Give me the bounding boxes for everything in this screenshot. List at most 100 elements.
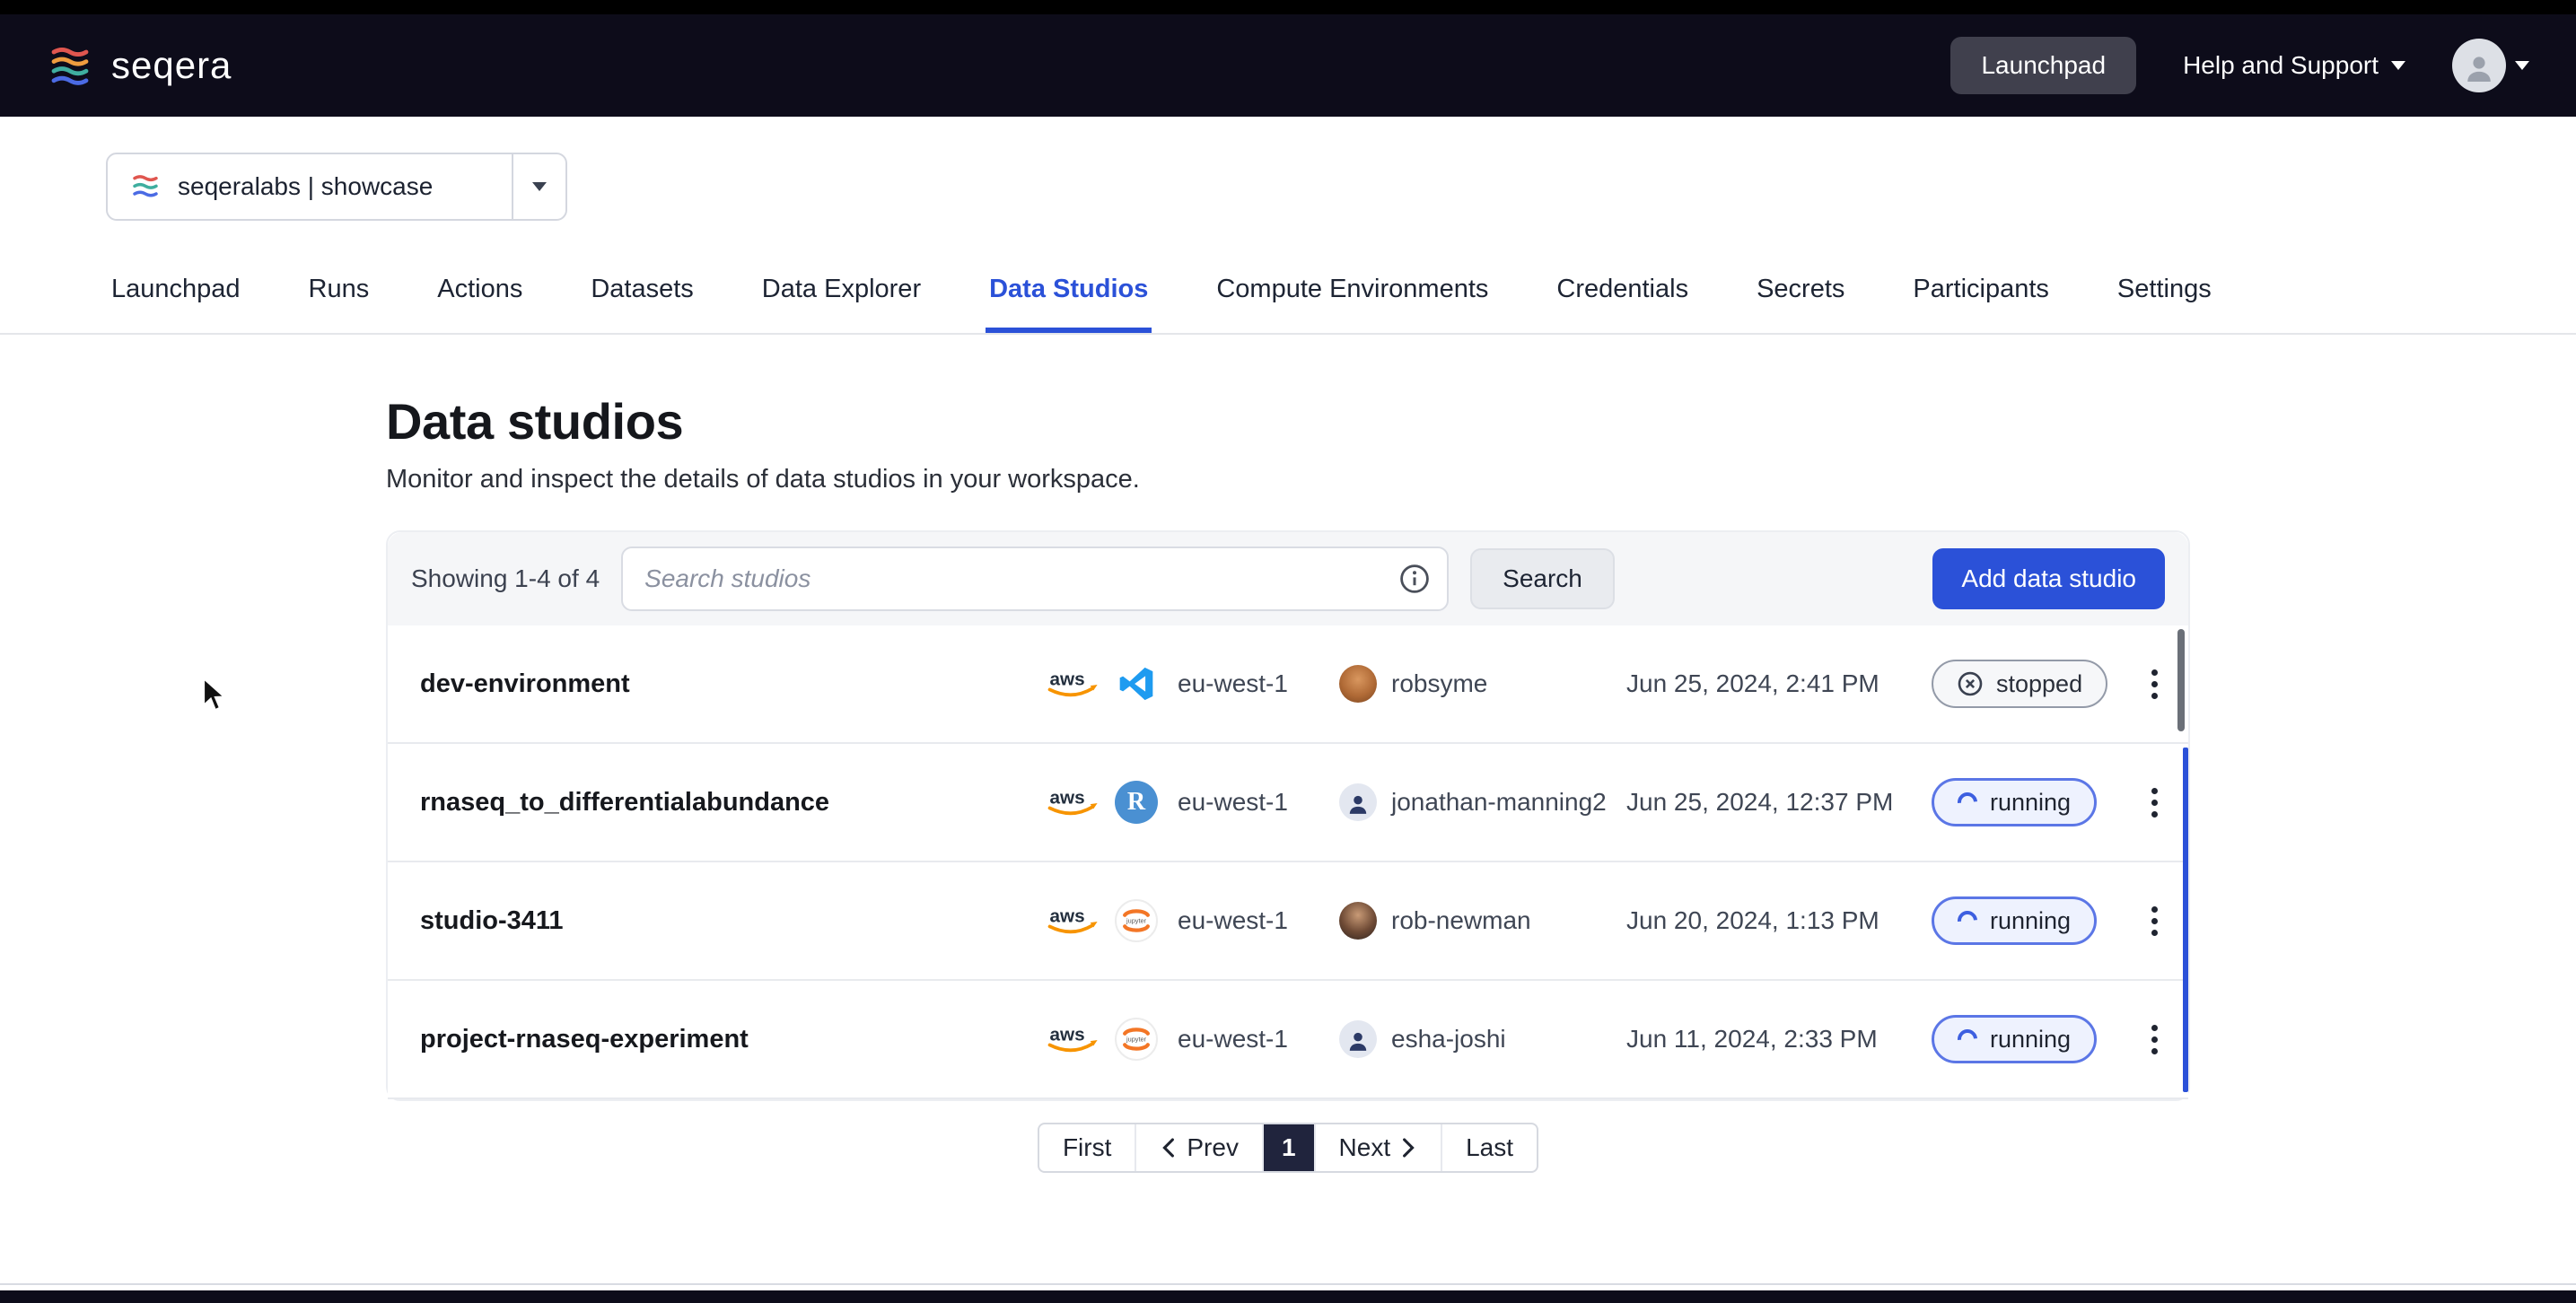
status-badge: running: [1932, 1015, 2097, 1063]
table-row[interactable]: dev-environment aws R jupyter eu-west-1 …: [388, 625, 2188, 744]
chevron-down-icon: [2391, 61, 2405, 70]
workspace-nav: Launchpad Runs Actions Datasets Data Exp…: [0, 257, 2576, 335]
tab-data-explorer[interactable]: Data Explorer: [758, 257, 924, 333]
rstudio-icon: R: [1115, 781, 1158, 824]
created-date: Jun 25, 2024, 2:41 PM: [1626, 669, 1932, 698]
table-row[interactable]: studio-3411 aws R jupyter eu-west-1 rob-…: [388, 862, 2188, 981]
jupyter-icon: jupyter: [1115, 899, 1158, 942]
person-icon: [1346, 792, 1370, 816]
studio-name[interactable]: rnaseq_to_differentialabundance: [420, 788, 1043, 818]
tab-runs[interactable]: Runs: [305, 257, 373, 333]
seqera-logo[interactable]: seqera: [47, 44, 232, 87]
tab-actions[interactable]: Actions: [434, 257, 526, 333]
workspace-name: seqeralabs | showcase: [178, 172, 433, 201]
created-date: Jun 11, 2024, 2:33 PM: [1626, 1025, 1932, 1054]
studio-name[interactable]: dev-environment: [420, 669, 1043, 699]
chevron-down-icon: [532, 182, 547, 191]
created-date: Jun 25, 2024, 12:37 PM: [1626, 788, 1932, 817]
user-name: jonathan-manning2: [1391, 788, 1607, 817]
jupyter-label: jupyter: [1126, 917, 1147, 925]
pagination-next[interactable]: Next: [1314, 1124, 1441, 1171]
row-menu-button[interactable]: [2135, 657, 2174, 712]
region: eu-west-1: [1178, 1025, 1339, 1054]
page-subtitle: Monitor and inspect the details of data …: [386, 465, 2190, 494]
row-menu-button[interactable]: [2135, 775, 2174, 830]
studio-name[interactable]: project-rnaseq-experiment: [420, 1025, 1043, 1054]
studio-environment-icons: aws R jupyter: [1043, 662, 1178, 705]
tab-settings[interactable]: Settings: [2114, 257, 2215, 333]
chevron-down-icon: [2515, 61, 2529, 70]
row-menu-button[interactable]: [2135, 894, 2174, 949]
showing-count: Showing 1-4 of 4: [411, 564, 600, 593]
chevron-right-icon: [1401, 1136, 1417, 1159]
pagination-next-label: Next: [1339, 1133, 1391, 1162]
user-avatar: [1339, 902, 1377, 940]
info-icon[interactable]: [1398, 563, 1431, 595]
search-button[interactable]: Search: [1470, 548, 1615, 609]
status-label: running: [1990, 789, 2071, 817]
user-name: robsyme: [1391, 669, 1487, 698]
launchpad-button[interactable]: Launchpad: [1950, 37, 2136, 94]
created-date: Jun 20, 2024, 1:13 PM: [1626, 906, 1932, 935]
user-avatar: [1339, 783, 1377, 821]
pagination-last[interactable]: Last: [1441, 1124, 1537, 1171]
aws-icon: aws: [1043, 1021, 1100, 1057]
pagination-first-label: First: [1063, 1133, 1111, 1162]
table-toolbar: Showing 1-4 of 4 Search Add data studio: [388, 532, 2188, 625]
help-and-support-menu[interactable]: Help and Support: [2183, 51, 2405, 80]
tab-launchpad[interactable]: Launchpad: [108, 257, 244, 333]
data-studios-panel: Showing 1-4 of 4 Search Add data studio …: [386, 530, 2190, 1101]
jupyter-icon: jupyter: [1115, 1018, 1158, 1061]
user-menu[interactable]: [2452, 39, 2529, 92]
aws-icon: aws: [1043, 784, 1100, 820]
row-menu-button[interactable]: [2135, 1012, 2174, 1067]
workspace-selector[interactable]: seqeralabs | showcase: [106, 153, 567, 221]
region: eu-west-1: [1178, 669, 1339, 698]
search-input[interactable]: [641, 563, 1398, 595]
jupyter-label: jupyter: [1126, 1036, 1147, 1044]
user-avatar: [1339, 665, 1377, 703]
active-scroll-indicator: [2183, 748, 2188, 1092]
stopped-icon: [1957, 670, 1984, 697]
tab-participants[interactable]: Participants: [1909, 257, 2053, 333]
seqera-mark-icon: [129, 172, 162, 201]
scrollbar-thumb[interactable]: [2177, 629, 2185, 731]
studio-environment-icons: aws R jupyter: [1043, 1018, 1178, 1061]
workspace-dropdown-toggle[interactable]: [512, 154, 565, 219]
user: jonathan-manning2: [1339, 783, 1626, 821]
user-name: esha-joshi: [1391, 1025, 1506, 1054]
pagination-current-page[interactable]: 1: [1262, 1124, 1314, 1171]
brand-name: seqera: [111, 44, 232, 87]
status-label: stopped: [1996, 670, 2082, 698]
tab-data-studios[interactable]: Data Studios: [986, 257, 1152, 333]
add-data-studio-button[interactable]: Add data studio: [1932, 548, 2165, 609]
user: rob-newman: [1339, 902, 1626, 940]
aws-label: aws: [1050, 906, 1085, 927]
table-row[interactable]: project-rnaseq-experiment aws R jupyter …: [388, 981, 2188, 1099]
rstudio-letter: R: [1127, 788, 1145, 817]
person-icon: [2463, 52, 2495, 84]
pagination-prev-label: Prev: [1187, 1133, 1239, 1162]
tab-credentials[interactable]: Credentials: [1553, 257, 1692, 333]
pagination-prev[interactable]: Prev: [1135, 1124, 1262, 1171]
window-top-strip: [0, 0, 2576, 14]
region: eu-west-1: [1178, 788, 1339, 817]
table-row[interactable]: rnaseq_to_differentialabundance aws R ju…: [388, 744, 2188, 862]
tab-compute-environments[interactable]: Compute Environments: [1213, 257, 1492, 333]
studio-environment-icons: aws R jupyter: [1043, 781, 1178, 824]
help-label: Help and Support: [2183, 51, 2379, 80]
chevron-left-icon: [1160, 1136, 1176, 1159]
user-name: rob-newman: [1391, 906, 1531, 935]
studio-name[interactable]: studio-3411: [420, 906, 1043, 936]
user-avatar: [1339, 1020, 1377, 1058]
vscode-icon: [1115, 662, 1158, 705]
page-title: Data studios: [386, 392, 2190, 450]
running-spinner-icon: [1954, 1026, 1982, 1054]
person-icon: [1346, 1029, 1370, 1053]
studio-environment-icons: aws R jupyter: [1043, 899, 1178, 942]
tab-secrets[interactable]: Secrets: [1753, 257, 1848, 333]
status-badge: running: [1932, 896, 2097, 945]
tab-datasets[interactable]: Datasets: [587, 257, 697, 333]
status-label: running: [1990, 907, 2071, 935]
pagination-first[interactable]: First: [1039, 1124, 1135, 1171]
